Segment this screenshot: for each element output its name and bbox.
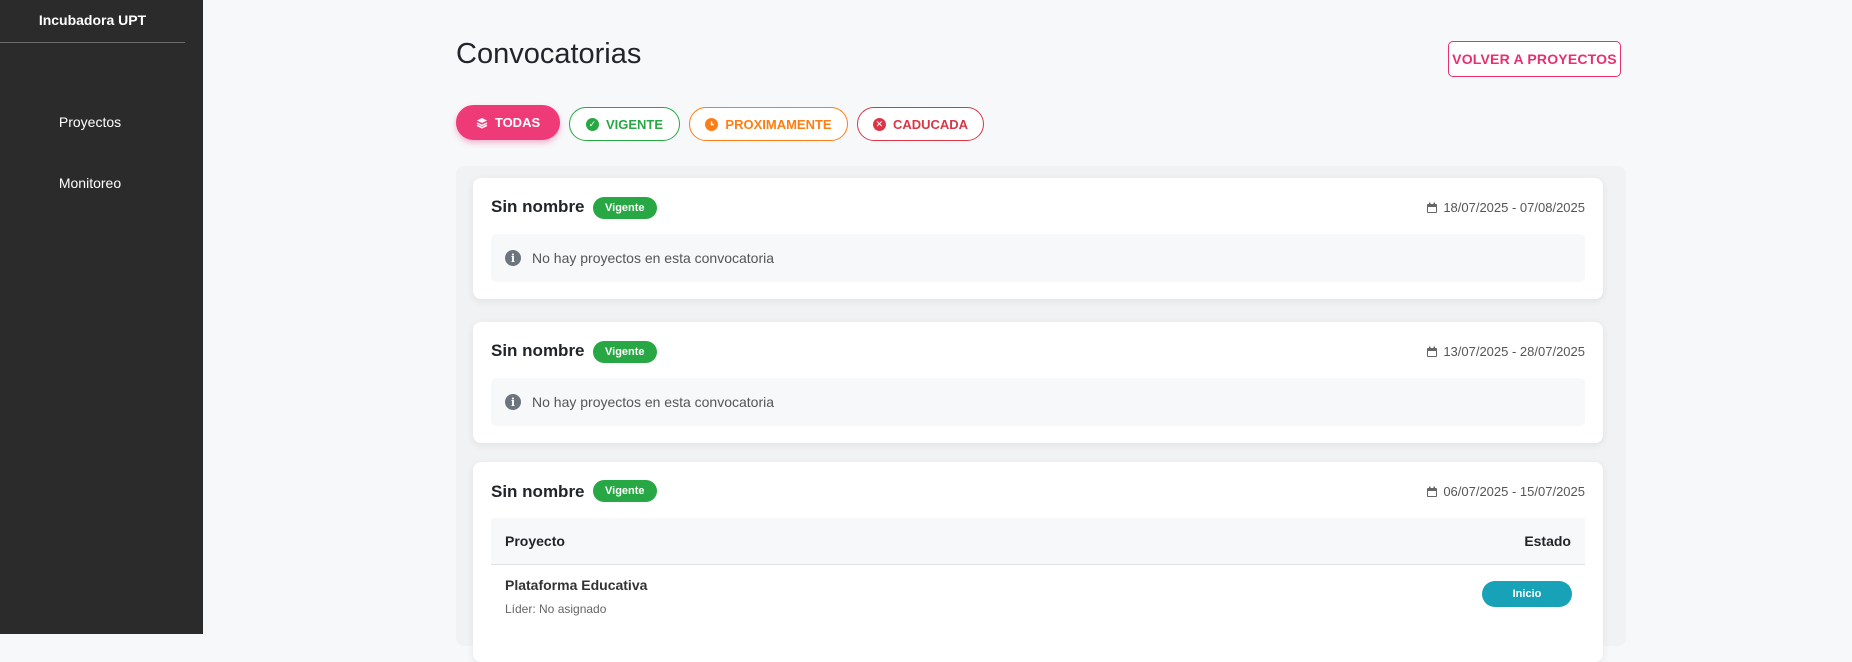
table-row[interactable]: Plataforma Educativa Líder: No asignado … [491,565,1585,625]
convocatoria-title: Sin nombre [491,197,585,216]
back-to-projects-button[interactable]: VOLVER A PROYECTOS [1448,41,1621,77]
sidebar: Incubadora UPT Proyectos Monitoreo [0,0,203,634]
date-range: 18/07/2025 - 07/08/2025 [1426,200,1585,215]
column-header-proyecto: Proyecto [505,533,565,549]
filter-label: PROXIMAMENTE [725,116,832,132]
convocatoria-title: Sin nombre [491,482,585,501]
empty-projects-notice: i No hay proyectos en esta convocatoria [491,378,1585,426]
layers-icon [476,117,488,129]
empty-message: No hay proyectos en esta convocatoria [532,250,775,266]
main-content: Convocatorias VOLVER A PROYECTOS TODAS ✓… [203,0,1852,662]
filter-caducada-button[interactable]: ✕ CADUCADA [857,107,984,141]
status-badge: Vigente [593,480,657,502]
calendar-icon [1426,202,1438,214]
date-range-text: 18/07/2025 - 07/08/2025 [1443,200,1585,215]
projects-table-header: Proyecto Estado [491,518,1585,565]
convocatoria-card: Sin nombre Vigente 06/07/2025 - 15/07/20… [473,462,1603,662]
page-title: Convocatorias [456,38,642,70]
x-circle-icon: ✕ [872,117,886,131]
project-status-badge: Inicio [1482,581,1572,607]
filter-label: TODAS [494,115,541,130]
status-badge: Vigente [593,197,657,219]
project-leader: Líder: No asignado [505,602,607,616]
filter-vigente-button[interactable]: ✓ VIGENTE [569,107,680,141]
info-icon: i [505,394,521,410]
filter-label: VIGENTE [605,116,664,132]
check-circle-icon: ✓ [585,117,599,131]
sidebar-item-proyectos[interactable]: Proyectos [0,114,180,130]
convocatoria-title: Sin nombre [491,341,585,360]
convocatoria-card: Sin nombre Vigente 13/07/2025 - 28/07/20… [473,322,1603,443]
filter-label: CADUCADA [892,116,969,132]
calendar-icon [1426,486,1438,498]
date-range: 13/07/2025 - 28/07/2025 [1426,344,1585,359]
clock-icon [705,117,719,131]
date-range: 06/07/2025 - 15/07/2025 [1426,484,1585,499]
empty-message: No hay proyectos en esta convocatoria [532,394,775,410]
brand-title: Incubadora UPT [0,0,185,43]
sidebar-item-monitoreo[interactable]: Monitoreo [0,175,180,191]
calendar-icon [1426,346,1438,358]
empty-projects-notice: i No hay proyectos en esta convocatoria [491,234,1585,282]
status-badge: Vigente [593,341,657,363]
date-range-text: 06/07/2025 - 15/07/2025 [1443,484,1585,499]
convocatorias-list: Sin nombre Vigente 18/07/2025 - 07/08/20… [456,166,1626,662]
info-icon: i [505,250,521,266]
filter-proximamente-button[interactable]: PROXIMAMENTE [689,107,848,141]
filter-todas-button[interactable]: TODAS [456,105,560,140]
column-header-estado: Estado [1524,533,1571,549]
date-range-text: 13/07/2025 - 28/07/2025 [1443,344,1585,359]
project-name: Plataforma Educativa [505,577,648,593]
convocatoria-card: Sin nombre Vigente 18/07/2025 - 07/08/20… [473,178,1603,299]
